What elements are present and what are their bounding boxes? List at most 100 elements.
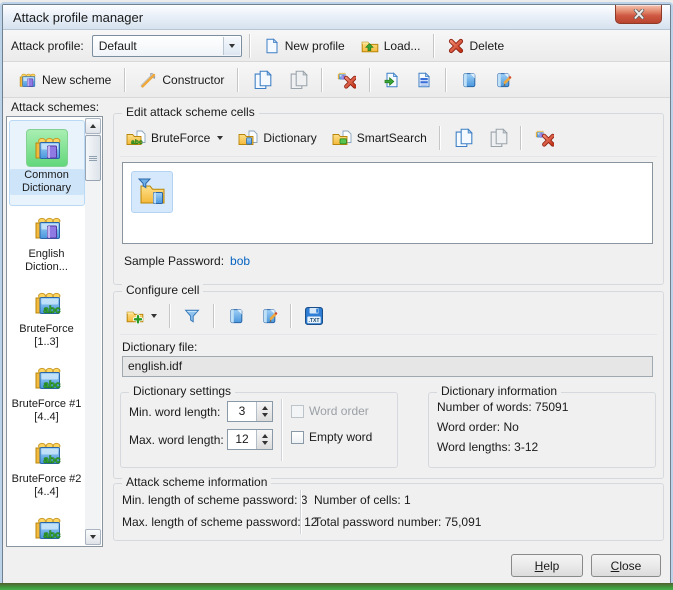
attack-profile-manager-window: Attack profile manager Attack profile: D… (2, 4, 671, 585)
toolbar-separator (213, 304, 215, 328)
help-button[interactable]: Help (511, 554, 583, 577)
scheme-item-label: BruteForce #1 [4..4] (10, 398, 84, 424)
toolbar-separator (237, 68, 239, 92)
icon-wrap (27, 435, 67, 471)
delete-scheme-button[interactable] (330, 67, 362, 93)
help-button-label: Help (512, 559, 582, 573)
profile-toolbar: Attack profile: Default New profile Load… (3, 30, 670, 62)
edit-dictionary-button[interactable] (488, 67, 518, 93)
bruteforce-scheme-icon (31, 287, 63, 319)
new-profile-button[interactable]: New profile (258, 33, 351, 59)
dictionary-scheme-icon (31, 132, 63, 164)
new-scheme-icon (17, 70, 37, 90)
scrollbar-grip (89, 156, 97, 157)
total-password-number-line: Total password number: 75,091 (314, 514, 481, 530)
word-order-label: Word order (309, 404, 369, 418)
save-txt-floppy-icon (304, 306, 324, 326)
window-title: Attack profile manager (13, 10, 143, 25)
bruteforce-cell-label: BruteForce (151, 131, 210, 145)
add-bruteforce-cell-button[interactable]: abc BruteForce (120, 125, 229, 151)
scrollbar-up-button[interactable] (85, 118, 101, 134)
min-word-length-spinner[interactable]: 3 (227, 401, 273, 422)
scheme-item-bruteforce-1-3[interactable]: BruteForce [1..3] (9, 281, 85, 356)
save-as-txt-button[interactable] (298, 303, 330, 329)
spinner-down-icon[interactable] (262, 441, 268, 445)
delete-profile-button[interactable]: Delete (442, 33, 510, 59)
combobox-dropdown-button[interactable] (223, 37, 240, 55)
empty-word-checkbox[interactable] (291, 431, 304, 444)
attack-scheme-info-title: Attack scheme information (122, 475, 271, 489)
spinner-buttons (256, 402, 272, 421)
titlebar[interactable]: Attack profile manager (3, 5, 670, 30)
profile-combobox[interactable]: Default (92, 35, 242, 57)
constructor-label: Constructor (162, 73, 224, 87)
delete-profile-label: Delete (469, 39, 504, 53)
scrollbar-down-button[interactable] (85, 529, 101, 545)
number-of-words-line: Number of words: 75091 (437, 399, 568, 415)
copy-cell-button[interactable] (447, 125, 479, 151)
attack-schemes-label: Attack schemes: (11, 100, 99, 114)
view-dictionary-file-button[interactable] (221, 303, 251, 329)
close-dialog-button[interactable]: Close (591, 554, 661, 577)
paste-scheme-button (282, 67, 314, 93)
scheme-item-label: Common Dictionary (10, 169, 84, 195)
icon-wrap (27, 285, 67, 321)
configure-cell-group: Configure cell (113, 291, 664, 479)
import-scheme-button[interactable] (378, 67, 406, 93)
bruteforce-scheme-icon (31, 512, 63, 544)
spinner-up-icon[interactable] (262, 406, 268, 410)
attack-scheme-info-group: Attack scheme information Min. length of… (113, 483, 664, 541)
min-word-length-value[interactable]: 3 (228, 402, 256, 421)
paste-cell-button (482, 125, 514, 151)
dictionary-cell-item[interactable] (131, 171, 173, 213)
scroll-down-icon (90, 535, 96, 539)
close-button[interactable] (615, 5, 662, 24)
view-dictionary-button[interactable] (454, 67, 484, 93)
desktop-strip (0, 583, 673, 590)
add-dictionary-cell-button[interactable]: Dictionary (232, 125, 322, 151)
new-scheme-button[interactable]: New scheme (11, 67, 117, 93)
folder-add-icon (126, 308, 144, 324)
sample-password-label: Sample Password: (124, 254, 224, 268)
spinner-up-icon[interactable] (262, 434, 268, 438)
chevron-down-icon (217, 136, 223, 140)
sample-password-value: bob (230, 254, 250, 268)
attack-profile-label: Attack profile: (11, 39, 84, 53)
min-word-length-label: Min. word length: (129, 405, 220, 419)
sample-password-row: Sample Password: bob (124, 254, 250, 268)
add-dictionary-file-button[interactable] (120, 303, 163, 329)
load-profile-button[interactable]: Load... (355, 33, 427, 59)
scheme-item-bruteforce-no1[interactable]: BruteForce #1 [4..4] (9, 356, 85, 431)
constructor-button[interactable]: Constructor (133, 67, 230, 93)
scheme-item-common-dictionary[interactable]: Common Dictionary (9, 120, 85, 206)
delete-x-icon (448, 38, 464, 54)
max-word-length-spinner[interactable]: 12 (227, 429, 273, 450)
attack-schemes-list[interactable]: Common Dictionary English Diction... Bru… (6, 116, 103, 547)
smartsearch-cell-icon (332, 130, 352, 146)
toolbar-separator (520, 126, 522, 150)
scrollbar-thumb[interactable] (85, 135, 101, 181)
empty-word-row: Empty word (291, 430, 372, 444)
spinner-down-icon[interactable] (262, 413, 268, 417)
scheme-item-clipped[interactable] (9, 506, 85, 545)
configure-cell-group-title: Configure cell (122, 283, 203, 297)
smartsearch-cell-label: SmartSearch (357, 131, 427, 145)
toolbar-separator (290, 304, 292, 328)
load-folder-icon (361, 38, 379, 54)
report-button[interactable] (410, 67, 438, 93)
paste-icon-disabled (488, 128, 508, 148)
filter-button[interactable] (177, 303, 207, 329)
max-word-length-value[interactable]: 12 (228, 430, 256, 449)
scheme-item-english-dictionary[interactable]: English Diction... (9, 206, 85, 281)
scheme-item-bruteforce-no2[interactable]: BruteForce #2 [4..4] (9, 431, 85, 506)
book-icon (227, 308, 245, 324)
delete-cell-button[interactable] (528, 125, 560, 151)
schemes-scrollbar[interactable] (85, 118, 101, 545)
dictionary-file-field[interactable]: english.idf (122, 356, 653, 377)
dictionary-filter-cell-icon (136, 176, 168, 208)
copy-scheme-button[interactable] (246, 67, 278, 93)
add-smartsearch-cell-button[interactable]: SmartSearch (326, 125, 433, 151)
scheme-cells-area[interactable] (122, 162, 653, 244)
empty-word-label: Empty word (309, 430, 372, 444)
edit-dictionary-file-button[interactable] (254, 303, 284, 329)
